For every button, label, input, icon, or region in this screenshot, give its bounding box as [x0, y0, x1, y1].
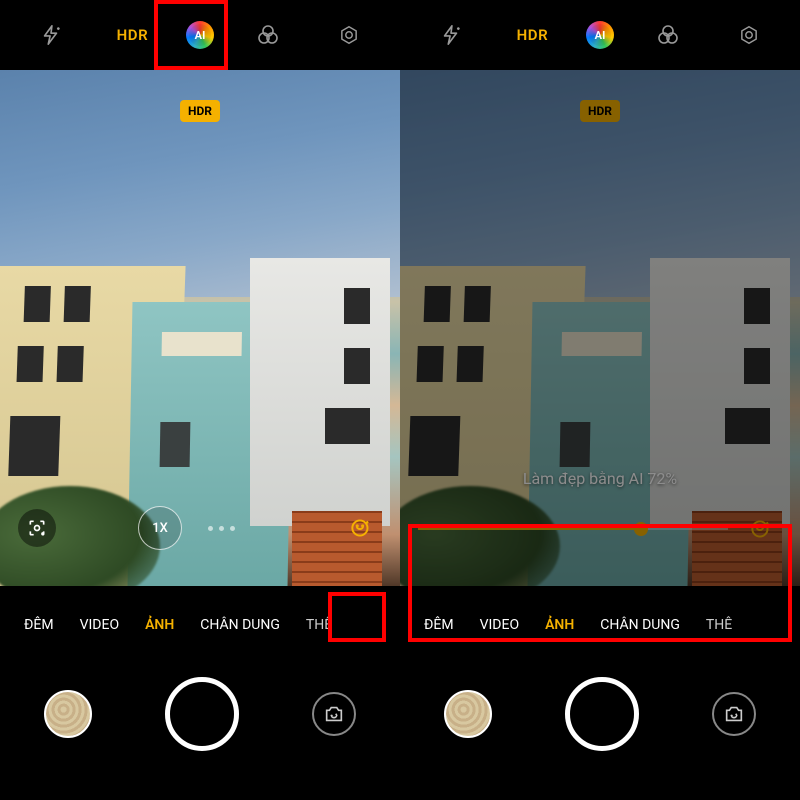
hdr-toggle[interactable]: HDR [104, 7, 160, 63]
camera-top-toolbar: HDR AI [400, 0, 800, 70]
beauty-button[interactable] [740, 508, 782, 550]
settings-button[interactable] [321, 7, 377, 63]
hdr-active-badge: HDR [580, 100, 620, 122]
zoom-level-button[interactable]: 1X [138, 506, 182, 550]
viewfinder-controls: 1X [0, 506, 400, 550]
mode-item[interactable]: THÊ [706, 617, 732, 633]
mode-item[interactable]: ĐÊM [24, 617, 54, 633]
mode-item[interactable]: ĐÊM [424, 617, 454, 633]
beauty-slider-label: Làm đẹp bằng AI 72% [523, 469, 677, 488]
settings-button[interactable] [721, 7, 777, 63]
camera-mode-strip[interactable]: ĐÊM VIDEO ẢNH CHÂN DUNG THÊ [0, 600, 400, 650]
beauty-button[interactable] [340, 507, 382, 549]
mode-item[interactable]: VIDEO [480, 617, 520, 633]
hdr-active-badge: HDR [180, 100, 220, 122]
mode-item[interactable]: THÊ [306, 617, 332, 633]
switch-camera-button[interactable] [312, 692, 356, 736]
filter-button[interactable] [640, 7, 696, 63]
switch-camera-button[interactable] [712, 692, 756, 736]
google-lens-button[interactable] [18, 509, 56, 547]
mode-item-active[interactable]: ẢNH [545, 617, 574, 633]
camera-mode-strip[interactable]: ĐÊM VIDEO ẢNH CHÂN DUNG THÊ [400, 600, 800, 650]
flash-toggle[interactable] [23, 7, 79, 63]
zoom-presets[interactable] [208, 526, 235, 531]
ai-toggle[interactable]: AI [586, 21, 614, 49]
camera-viewfinder[interactable]: HDR Làm đẹp bằng AI 72% [400, 70, 800, 586]
ai-toggle-label: AI [195, 29, 206, 42]
beauty-slider-panel: Làm đẹp bằng AI 72% [418, 469, 782, 550]
beauty-slider[interactable] [418, 528, 728, 530]
phone-screenshot-right: HDR AI HDR Làm đẹp bằng AI 72% [400, 0, 800, 800]
camera-viewfinder[interactable]: HDR 1X [0, 70, 400, 586]
beauty-slider-fill [418, 528, 641, 530]
gallery-thumbnail[interactable] [44, 690, 92, 738]
ai-toggle[interactable]: AI [186, 21, 214, 49]
phone-screenshot-left: HDR AI HDR [0, 0, 400, 800]
flash-toggle[interactable] [423, 7, 479, 63]
beauty-slider-thumb[interactable] [634, 522, 648, 536]
mode-item[interactable]: CHÂN DUNG [200, 617, 280, 633]
shutter-button[interactable] [165, 677, 239, 751]
ai-toggle-label: AI [595, 29, 606, 42]
shutter-button[interactable] [565, 677, 639, 751]
gallery-thumbnail[interactable] [444, 690, 492, 738]
camera-bottom-bar [0, 650, 400, 800]
camera-top-toolbar: HDR AI [0, 0, 400, 70]
mode-item[interactable]: CHÂN DUNG [600, 617, 680, 633]
hdr-toggle[interactable]: HDR [504, 7, 560, 63]
camera-bottom-bar [400, 650, 800, 800]
mode-item[interactable]: VIDEO [80, 617, 120, 633]
filter-button[interactable] [240, 7, 296, 63]
mode-item-active[interactable]: ẢNH [145, 617, 174, 633]
